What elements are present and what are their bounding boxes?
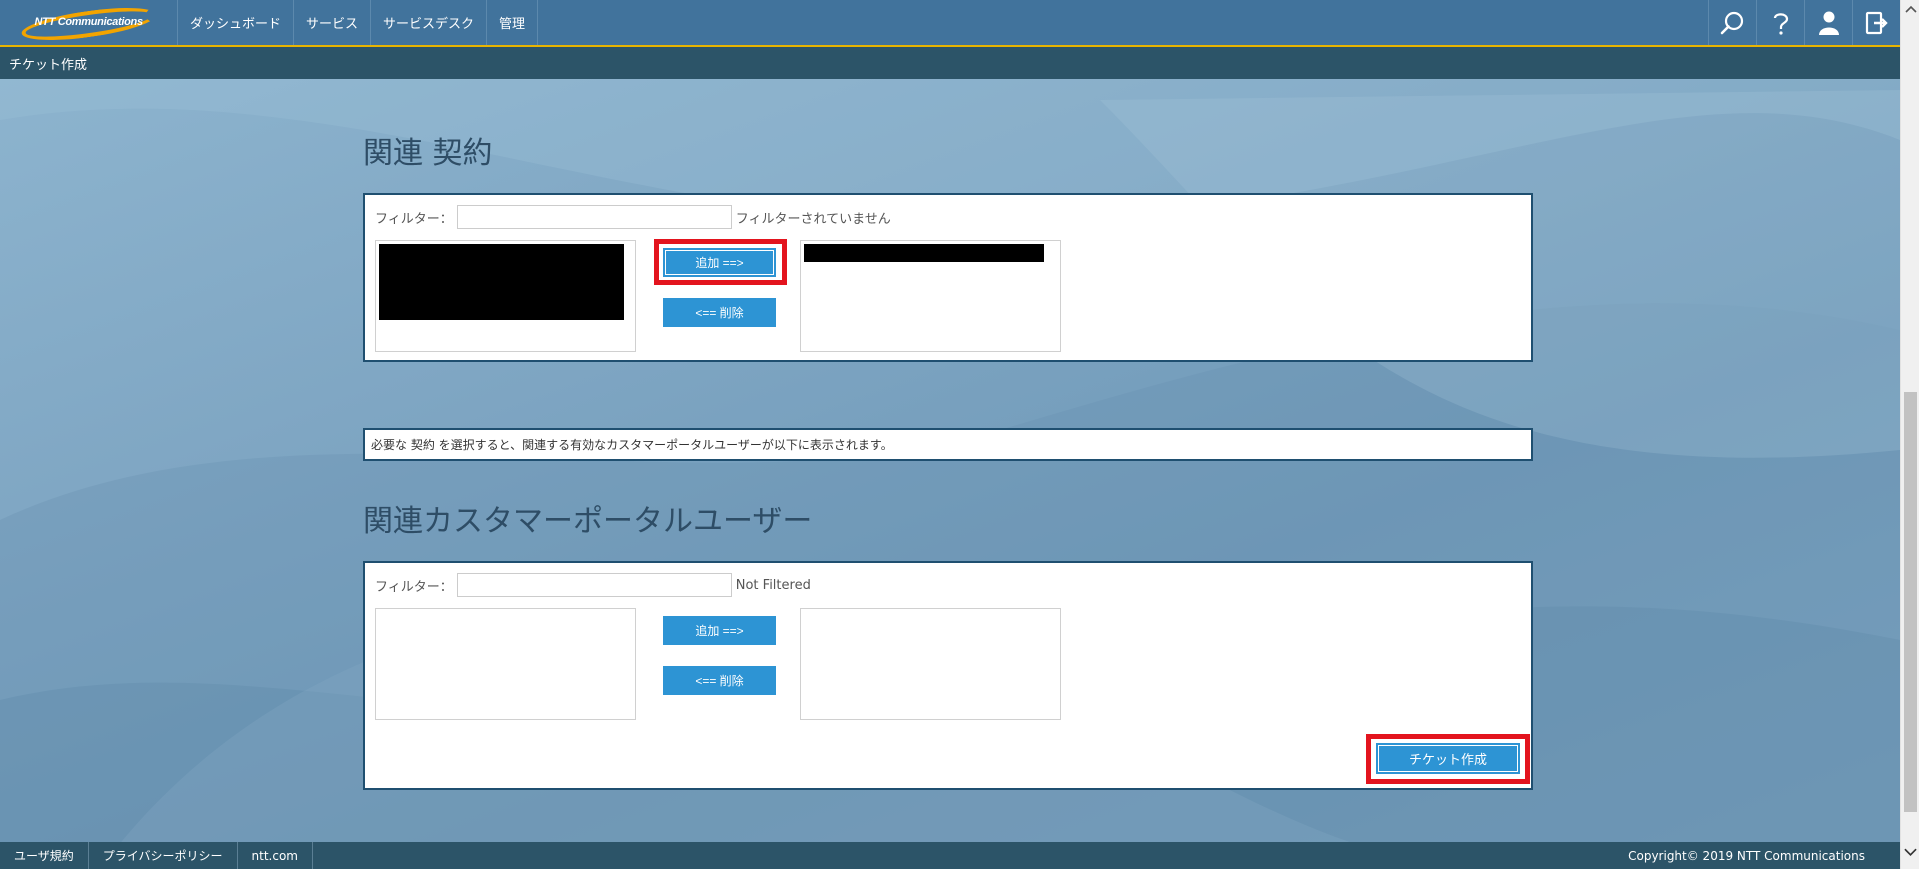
main-nav: ダッシュボード サービス サービスデスク 管理 (178, 0, 539, 45)
contracts-panel: フィルター： フィルターされていません 追加 ==> <== 削除 (363, 193, 1533, 362)
ntt-communications-logo[interactable]: NTT Communications (0, 0, 178, 46)
copyright-text: Copyright© 2019 NTT Communications (1628, 848, 1865, 863)
users-available-list[interactable] (375, 608, 636, 720)
search-icon[interactable] (1708, 0, 1756, 45)
users-panel: フィルター： Not Filtered 追加 ==> <== 削除 チケット作成 (363, 561, 1533, 790)
users-filter-row: フィルター： Not Filtered (375, 573, 811, 597)
contracts-filter-row: フィルター： フィルターされていません (375, 205, 891, 229)
scroll-down-arrow-icon[interactable] (1904, 845, 1917, 859)
contracts-filter-label: フィルター： (375, 211, 453, 227)
create-ticket-button[interactable]: チケット作成 (1376, 743, 1520, 774)
nav-dashboard[interactable]: ダッシュボード (178, 0, 295, 45)
redacted-content (804, 244, 1044, 262)
users-filter-status: Not Filtered (735, 577, 811, 593)
nav-services[interactable]: サービス (294, 0, 372, 45)
users-filter-label: フィルター： (375, 579, 453, 595)
contracts-section-title: 関連 契約 (363, 136, 493, 171)
footer-link-terms[interactable]: ユーザ規約 (0, 842, 89, 869)
footer-link-privacy[interactable]: プライバシーポリシー (89, 842, 238, 869)
users-section-title: 関連カスタマーポータルユーザー (363, 504, 813, 539)
topbar-actions (1708, 0, 1900, 45)
logout-icon[interactable] (1852, 0, 1900, 45)
top-navigation-bar: NTT Communications ダッシュボード サービス サービスデスク … (0, 0, 1900, 47)
info-message: 必要な 契約 を選択すると、関連する有効なカスタマーポータルユーザーが以下に表示… (363, 428, 1533, 461)
contracts-add-button[interactable]: 追加 ==> (663, 248, 776, 277)
vertical-scrollbar[interactable] (1900, 0, 1919, 869)
page-title: チケット作成 (9, 57, 88, 73)
users-filter-input[interactable] (456, 573, 732, 597)
scrollbar-thumb[interactable] (1904, 392, 1917, 812)
page-footer: ユーザ規約 プライバシーポリシー ntt.com Copyright© 2019… (0, 842, 1900, 869)
contracts-available-list[interactable] (375, 240, 636, 352)
users-remove-button[interactable]: <== 削除 (663, 666, 776, 695)
help-icon[interactable] (1756, 0, 1804, 45)
users-add-button[interactable]: 追加 ==> (663, 616, 776, 645)
contracts-selected-list[interactable] (800, 240, 1061, 352)
users-selected-list[interactable] (800, 608, 1061, 720)
contracts-filter-input[interactable] (456, 205, 732, 229)
logo-text: NTT Communications (34, 15, 144, 28)
user-icon[interactable] (1804, 0, 1852, 45)
nav-service-desk[interactable]: サービスデスク (371, 0, 488, 45)
redacted-content (379, 244, 624, 320)
page-subheader: チケット作成 (0, 47, 1900, 79)
nav-admin[interactable]: 管理 (487, 0, 539, 45)
info-message-text: 必要な 契約 を選択すると、関連する有効なカスタマーポータルユーザーが以下に表示… (371, 438, 893, 452)
contracts-remove-button[interactable]: <== 削除 (663, 298, 776, 327)
footer-link-ntt-com[interactable]: ntt.com (238, 842, 313, 869)
scroll-up-arrow-icon[interactable] (1904, 2, 1917, 16)
contracts-filter-status: フィルターされていません (735, 211, 891, 227)
